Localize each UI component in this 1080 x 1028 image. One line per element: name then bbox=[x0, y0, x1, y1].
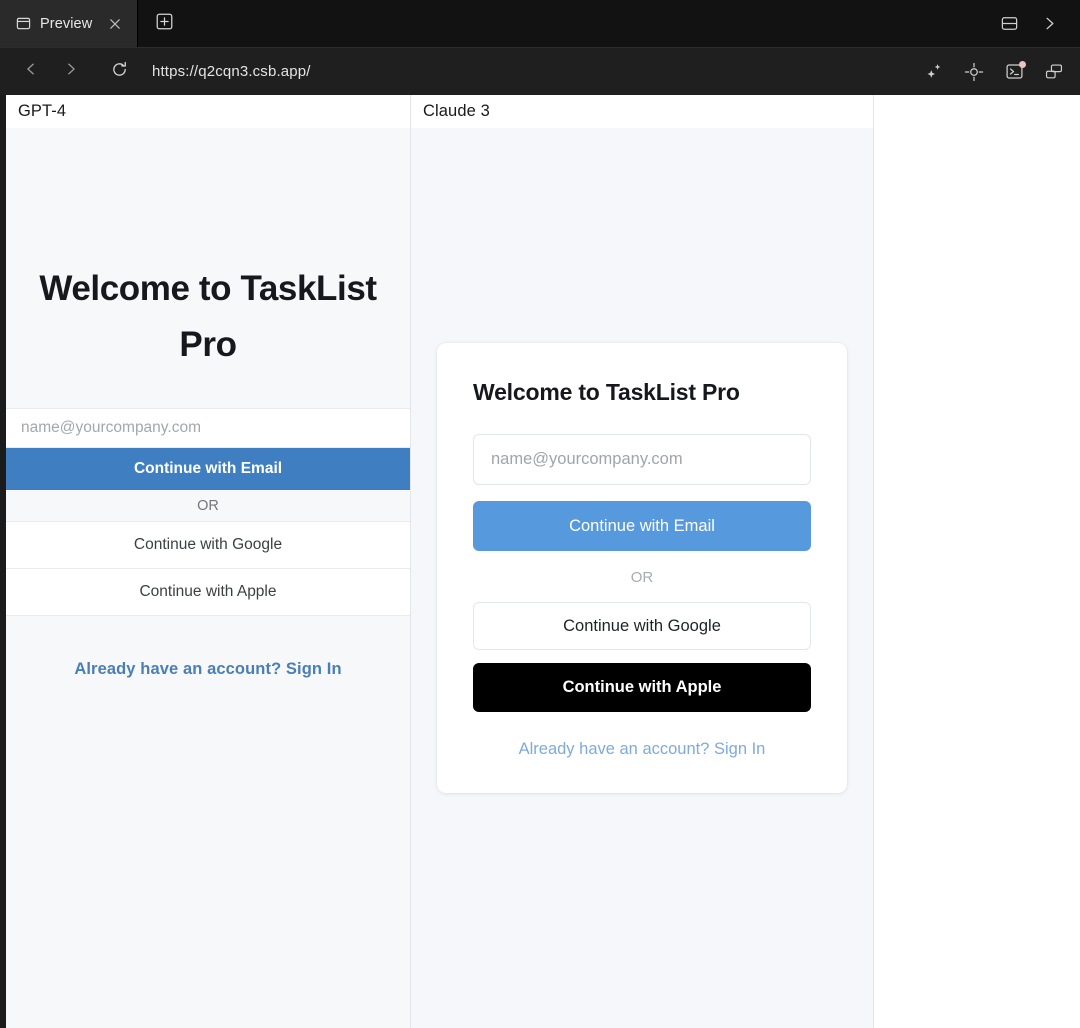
gpt4-signup-form: Welcome to TaskList Pro name@yourcompany… bbox=[6, 128, 410, 1028]
pane-gpt4: GPT-4 Welcome to TaskList Pro name@yourc… bbox=[0, 95, 411, 1028]
or-divider: OR bbox=[473, 551, 811, 602]
forward-button[interactable] bbox=[56, 57, 86, 87]
continue-with-email-button[interactable]: Continue with Email bbox=[473, 501, 811, 551]
continue-with-apple-button[interactable]: Continue with Apple bbox=[6, 569, 410, 616]
page-title: Welcome to TaskList Pro bbox=[6, 261, 410, 372]
gpt4-hero: Welcome to TaskList Pro bbox=[6, 128, 410, 408]
continue-with-google-button[interactable]: Continue with Google bbox=[473, 602, 811, 650]
page-title: Welcome to TaskList Pro bbox=[473, 379, 811, 406]
email-field-placeholder: name@yourcompany.com bbox=[21, 419, 201, 437]
claude3-signin-row: Already have an account? Sign In bbox=[473, 712, 811, 759]
email-field[interactable]: name@yourcompany.com bbox=[6, 408, 410, 448]
url-input[interactable]: https://q2cqn3.csb.app/ bbox=[152, 63, 922, 80]
split-horizontal-layout-icon[interactable] bbox=[994, 9, 1024, 39]
or-divider: OR bbox=[6, 490, 410, 522]
split-panel-icon[interactable] bbox=[1042, 60, 1066, 84]
reload-button[interactable] bbox=[104, 57, 134, 87]
terminal-notification-dot bbox=[1019, 61, 1026, 68]
continue-with-email-button[interactable]: Continue with Email bbox=[6, 448, 410, 490]
tab-strip-actions bbox=[994, 0, 1080, 47]
browser-window-icon bbox=[16, 16, 31, 31]
back-button[interactable] bbox=[16, 57, 46, 87]
new-tab-button[interactable] bbox=[138, 0, 190, 47]
chevron-right-icon[interactable] bbox=[1034, 9, 1064, 39]
claude3-top-spacer bbox=[437, 128, 847, 343]
url-bar: https://q2cqn3.csb.app/ bbox=[0, 47, 1080, 95]
chevron-right-icon bbox=[63, 61, 79, 82]
target-crosshair-icon[interactable] bbox=[962, 60, 986, 84]
email-field[interactable]: name@yourcompany.com bbox=[473, 434, 811, 485]
pane-gpt4-label: GPT-4 bbox=[6, 95, 410, 128]
terminal-icon[interactable] bbox=[1002, 60, 1026, 84]
browser-tab-preview[interactable]: Preview bbox=[0, 0, 138, 47]
pane-claude3-label: Claude 3 bbox=[411, 95, 873, 128]
continue-with-google-button[interactable]: Continue with Google bbox=[6, 522, 410, 569]
empty-right-area bbox=[874, 95, 1080, 1028]
sign-in-link[interactable]: Already have an account? Sign In bbox=[519, 740, 766, 758]
continue-with-apple-button[interactable]: Continue with Apple bbox=[473, 663, 811, 712]
url-bar-actions bbox=[922, 60, 1066, 84]
browser-chrome: Preview bbox=[0, 0, 1080, 95]
plus-square-icon bbox=[156, 13, 173, 35]
signup-card: Welcome to TaskList Pro name@yourcompany… bbox=[437, 343, 847, 793]
tab-strip: Preview bbox=[0, 0, 1080, 47]
reload-icon bbox=[111, 61, 128, 83]
chevron-left-icon bbox=[23, 61, 39, 82]
browser-tab-label: Preview bbox=[40, 16, 97, 32]
sign-in-link[interactable]: Already have an account? Sign In bbox=[74, 660, 341, 679]
gpt4-signin-row: Already have an account? Sign In bbox=[6, 616, 410, 679]
page-viewport: GPT-4 Welcome to TaskList Pro name@yourc… bbox=[0, 95, 1080, 1028]
close-icon[interactable] bbox=[106, 15, 123, 32]
pane-claude3: Claude 3 Welcome to TaskList Pro name@yo… bbox=[411, 95, 874, 1028]
claude3-signup-form: Welcome to TaskList Pro name@yourcompany… bbox=[411, 128, 873, 1028]
email-field-placeholder: name@yourcompany.com bbox=[491, 450, 683, 469]
sparkles-icon[interactable] bbox=[922, 60, 946, 84]
